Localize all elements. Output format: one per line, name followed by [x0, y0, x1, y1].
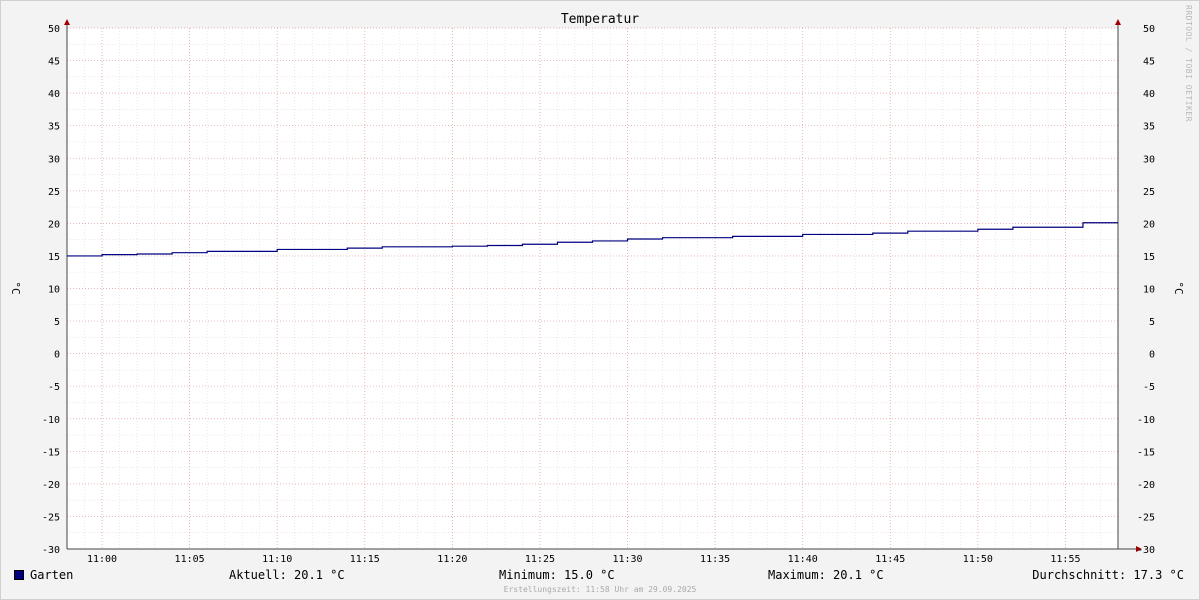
legend: Garten Aktuell: 20.1 °C Minimum: 15.0 °C…	[0, 568, 1200, 584]
y-tick-label-left: 25	[48, 187, 60, 198]
x-tick-label: 11:15	[350, 554, 380, 565]
temperature-chart: 50 5045 4540 4035 3530 3025 2520 2015 1510 105 50 0…	[9, 5, 1193, 594]
y-tick-label-right: 35	[1143, 122, 1155, 133]
y-tick-label-right: 0	[1149, 350, 1155, 361]
y-axis-left-arrow	[64, 19, 70, 25]
x-tick-label: 11:30	[612, 554, 642, 565]
y-tick-label-left: 10	[48, 285, 60, 296]
y-tick-label-left: 15	[48, 252, 60, 263]
y-axis-label-right: °C	[1172, 281, 1185, 294]
y-tick-label-right: -30	[1137, 545, 1155, 556]
y-tick-label-left: 40	[48, 89, 60, 100]
y-tick-label-left: -15	[42, 447, 60, 458]
y-tick-label-right: -25	[1137, 512, 1155, 523]
creation-time: Erstellungszeit: 11:58 Uhr am 29.09.2025	[504, 585, 697, 594]
chart-title: Temperatur	[561, 12, 639, 27]
y-tick-label-right: 5	[1149, 317, 1155, 328]
y-tick-label-left: 5	[54, 317, 60, 328]
x-tick-label: 11:20	[437, 554, 467, 565]
x-tick-label: 11:05	[175, 554, 205, 565]
y-tick-label-right: -5	[1143, 382, 1155, 393]
stat-average: Durchschnitt: 17.3 °C	[1032, 568, 1184, 582]
watermark: RRDTOOL / TOBI OETIKER	[1184, 5, 1193, 122]
stat-current: Aktuell: 20.1 °C	[229, 568, 345, 582]
y-tick-label-right: 45	[1143, 57, 1155, 68]
y-tick-label-left: 50	[48, 24, 60, 35]
y-tick-label-right: -20	[1137, 480, 1155, 491]
x-tick-label: 11:45	[875, 554, 905, 565]
y-tick-label-right: 50	[1143, 24, 1155, 35]
y-tick-label-left: -20	[42, 480, 60, 491]
y-tick-label-right: -15	[1137, 447, 1155, 458]
y-tick-label-right: 30	[1143, 154, 1155, 165]
y-axis-label-left: °C	[9, 281, 22, 294]
y-tick-label-left: 30	[48, 154, 60, 165]
x-tick-label: 11:10	[262, 554, 292, 565]
stat-maximum: Maximum: 20.1 °C	[768, 568, 884, 582]
y-tick-label-right: 40	[1143, 89, 1155, 100]
legend-swatch	[14, 570, 24, 580]
y-tick-label-right: 25	[1143, 187, 1155, 198]
y-tick-label-left: -30	[42, 545, 60, 556]
x-tick-label: 11:55	[1050, 554, 1080, 565]
x-tick-label: 11:50	[963, 554, 993, 565]
x-tick-label: 11:35	[700, 554, 730, 565]
y-tick-label-left: 45	[48, 57, 60, 68]
y-tick-label-left: -25	[42, 512, 60, 523]
x-tick-label: 11:25	[525, 554, 555, 565]
y-tick-label-right: -10	[1137, 415, 1155, 426]
y-tick-label-left: -5	[48, 382, 60, 393]
y-tick-label-right: 20	[1143, 219, 1155, 230]
y-tick-label-right: 10	[1143, 285, 1155, 296]
legend-series-label: Garten	[30, 568, 74, 582]
y-tick-label-left: 20	[48, 219, 60, 230]
y-tick-label-left: 0	[54, 350, 60, 361]
x-tick-label: 11:40	[788, 554, 818, 565]
y-tick-label-left: -10	[42, 415, 60, 426]
y-tick-label-left: 35	[48, 122, 60, 133]
stat-minimum: Minimum: 15.0 °C	[499, 568, 615, 582]
y-axis-right-arrow	[1115, 19, 1121, 25]
x-tick-label: 11:00	[87, 554, 117, 565]
y-tick-label-right: 15	[1143, 252, 1155, 263]
